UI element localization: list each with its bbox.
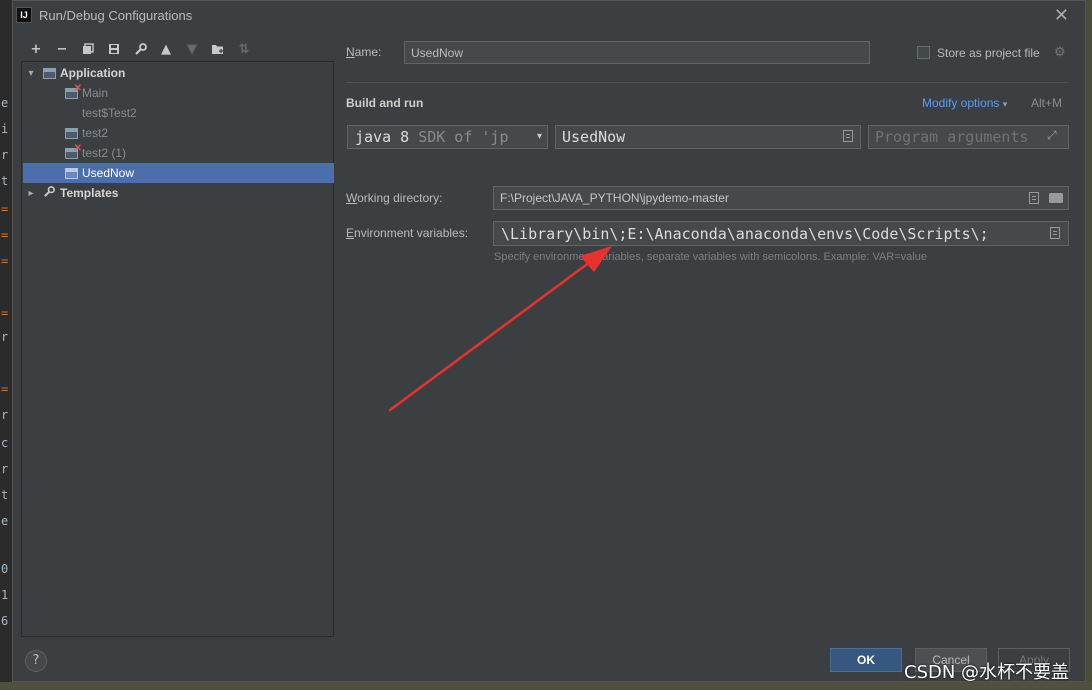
working-dir-input[interactable]: F:\Project\JAVA_PYTHON\jpydemo-master: [493, 186, 1069, 210]
close-icon[interactable]: ✕: [1054, 5, 1069, 26]
add-icon[interactable]: +: [23, 39, 49, 59]
program-arguments-input[interactable]: Program arguments: [868, 125, 1069, 149]
help-button[interactable]: ?: [25, 650, 47, 672]
store-project-checkbox[interactable]: [917, 46, 930, 59]
ok-button[interactable]: OK: [830, 648, 902, 672]
macros-icon[interactable]: [1029, 192, 1039, 204]
csdn-watermark: CSDN @水杯不要盖: [904, 662, 1070, 683]
move-up-icon[interactable]: ▲: [153, 39, 179, 59]
sdk-select[interactable]: java 8 SDK of 'jp ▾: [347, 125, 548, 149]
tree-item-usednow[interactable]: UsedNow: [23, 163, 334, 183]
intellij-icon: IJ: [16, 7, 32, 23]
bg-char: i: [1, 122, 9, 136]
bg-char: t: [1, 488, 9, 502]
application-icon: [43, 67, 56, 79]
chevron-down-icon: ▾: [1002, 99, 1008, 109]
bg-char: r: [1, 462, 9, 476]
tree-label: test2 (1): [82, 146, 127, 160]
chevron-down-icon: ▾: [536, 131, 542, 142]
application-error-icon: ✕: [65, 143, 82, 159]
program-args-placeholder: Program arguments: [875, 128, 1029, 146]
tree-label: Templates: [60, 186, 119, 200]
separator: [346, 82, 1068, 83]
bg-char: =: [1, 254, 9, 268]
tree-item-test2[interactable]: test2: [23, 123, 334, 143]
bg-char: e: [1, 96, 9, 110]
tree-label: test$Test2: [82, 106, 137, 120]
background-editor-strip: e i r t = = = = r = r c r t e 0 1 6: [0, 0, 12, 690]
main-class-value: UsedNow: [562, 128, 626, 146]
chevron-down-icon[interactable]: ▾: [25, 68, 37, 79]
bg-char: 0: [1, 562, 9, 576]
gear-icon[interactable]: ⚙: [1054, 44, 1066, 60]
bg-char: r: [1, 408, 9, 422]
save-icon[interactable]: [101, 39, 127, 59]
main-class-input[interactable]: UsedNow: [555, 125, 861, 149]
folder-icon[interactable]: [1049, 193, 1063, 203]
tree-label: Application: [60, 66, 126, 80]
copy-icon[interactable]: [75, 39, 101, 59]
working-dir-label: Working directory:: [346, 191, 443, 205]
bg-char: r: [1, 148, 9, 162]
tree-label: Main: [82, 86, 109, 100]
bg-char: r: [1, 330, 9, 344]
tree-toolbar: + − ▲ ▼ ⇅: [23, 39, 257, 59]
env-vars-label: Environment variables:: [346, 226, 469, 240]
env-vars-input[interactable]: \Library\bin\;E:\Anaconda\anaconda\envs\…: [493, 221, 1069, 246]
bg-char: e: [1, 514, 9, 528]
tree-item-main[interactable]: ✕ Main: [23, 83, 334, 103]
bg-char: =: [1, 228, 9, 242]
store-project-label: Store as project file: [937, 46, 1040, 60]
bg-char: 6: [1, 614, 9, 628]
section-title: Build and run: [346, 96, 424, 110]
modify-options-shortcut: Alt+M: [1031, 96, 1063, 110]
tree-node-templates[interactable]: ▸ Templates: [23, 183, 334, 203]
tree-label: UsedNow: [82, 166, 135, 180]
working-dir-value: F:\Project\JAVA_PYTHON\jpydemo-master: [500, 191, 729, 205]
title-bar: IJ Run/Debug Configurations ✕: [13, 1, 1085, 31]
tree-label: test2: [82, 126, 109, 140]
sdk-hint: SDK of 'jp: [418, 128, 509, 146]
modify-options-label: Modify options: [922, 96, 1000, 110]
configuration-tree: ▾ Application ✕ Main test$Test2 test2 ✕ …: [21, 61, 334, 637]
bg-char: =: [1, 202, 9, 216]
bg-char: =: [1, 382, 9, 396]
remove-icon[interactable]: −: [49, 39, 75, 59]
name-input[interactable]: UsedNow: [404, 41, 870, 64]
name-label: Name:: [346, 45, 382, 59]
env-vars-value: \Library\bin\;E:\Anaconda\anaconda\envs\…: [501, 224, 989, 243]
tree-item-test-test2[interactable]: test$Test2: [23, 103, 334, 123]
chevron-right-icon[interactable]: ▸: [25, 188, 37, 199]
bg-char: 1: [1, 588, 9, 602]
wrench-icon: [43, 185, 57, 201]
tree-node-application[interactable]: ▾ Application: [23, 63, 334, 83]
wrench-icon[interactable]: [127, 39, 153, 59]
application-icon: [65, 127, 78, 139]
bg-char: t: [1, 174, 9, 188]
sort-icon: ⇅: [238, 41, 250, 57]
bg-char: =: [1, 306, 9, 320]
browse-class-icon[interactable]: [843, 130, 853, 142]
expand-icon[interactable]: ⤢: [1047, 128, 1057, 143]
env-vars-hint: Specify environment variables, separate …: [494, 251, 927, 263]
edit-env-icon[interactable]: [1050, 227, 1060, 239]
modify-options-link[interactable]: Modify options ▾: [922, 96, 1007, 110]
bg-char: c: [1, 436, 9, 450]
application-icon: [65, 167, 78, 179]
run-debug-dialog: IJ Run/Debug Configurations ✕ + − ▲ ▼ ⇅ …: [12, 0, 1086, 682]
sdk-value: java 8: [355, 128, 410, 146]
move-down-icon: ▼: [187, 41, 197, 57]
application-error-icon: ✕: [65, 83, 82, 99]
dialog-title: Run/Debug Configurations: [39, 8, 193, 23]
tree-item-test2-1[interactable]: ✕ test2 (1): [23, 143, 334, 163]
new-folder-icon[interactable]: [205, 39, 231, 59]
